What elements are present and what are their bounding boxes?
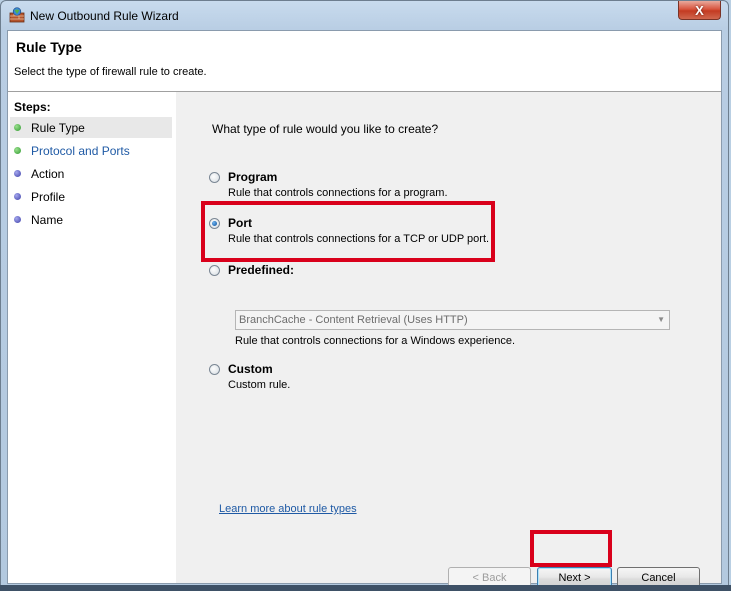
- learn-more-link[interactable]: Learn more about rule types: [219, 503, 357, 515]
- wizard-window: New Outbound Rule Wizard X Rule Type Sel…: [0, 0, 729, 587]
- option-description: Rule that controls connections for a pro…: [228, 187, 448, 199]
- wizard-content: Rule Type Select the type of firewall ru…: [7, 30, 722, 586]
- step-protocol-and-ports[interactable]: Protocol and Ports: [10, 140, 172, 161]
- title-bar: New Outbound Rule Wizard X: [1, 1, 728, 31]
- back-button[interactable]: < Back: [448, 567, 531, 586]
- step-rule-type[interactable]: Rule Type: [10, 117, 172, 138]
- firewall-icon: [9, 7, 25, 23]
- cancel-button[interactable]: Cancel: [617, 567, 700, 586]
- predefined-select[interactable]: BranchCache - Content Retrieval (Uses HT…: [235, 310, 670, 330]
- chevron-down-icon: ▼: [657, 315, 665, 324]
- close-button[interactable]: X: [678, 1, 721, 20]
- step-pending-dot-icon: [14, 170, 21, 177]
- steps-pane: Steps: Rule Type Protocol and Ports Acti…: [8, 92, 176, 583]
- step-complete-dot-icon: [14, 124, 21, 131]
- taskbar-strip: [0, 585, 731, 591]
- option-label: Predefined:: [228, 263, 295, 277]
- close-icon: X: [695, 2, 704, 18]
- next-button-highlight: [530, 530, 612, 567]
- option-label: Custom: [228, 362, 273, 376]
- custom-radio[interactable]: [209, 364, 220, 375]
- step-profile[interactable]: Profile: [10, 186, 172, 207]
- predefined-select-value: BranchCache - Content Retrieval (Uses HT…: [239, 314, 468, 326]
- step-pending-dot-icon: [14, 216, 21, 223]
- page-title: Rule Type: [16, 39, 82, 55]
- step-action[interactable]: Action: [10, 163, 172, 184]
- step-pending-dot-icon: [14, 193, 21, 200]
- next-button[interactable]: Next >: [537, 567, 612, 586]
- window-title: New Outbound Rule Wizard: [30, 9, 179, 23]
- step-label: Rule Type: [31, 121, 85, 135]
- page-subtitle: Select the type of firewall rule to crea…: [14, 66, 207, 78]
- rule-type-question: What type of rule would you like to crea…: [212, 122, 439, 136]
- predefined-radio[interactable]: [209, 265, 220, 276]
- step-label: Profile: [31, 190, 66, 204]
- program-radio[interactable]: [209, 172, 220, 183]
- steps-heading: Steps:: [14, 100, 51, 114]
- port-option-highlight: [201, 201, 495, 262]
- main-pane: What type of rule would you like to crea…: [176, 92, 721, 586]
- wizard-header: Rule Type Select the type of firewall ru…: [8, 31, 721, 92]
- step-complete-dot-icon: [14, 147, 21, 154]
- option-description: Custom rule.: [228, 379, 291, 391]
- step-label: Action: [31, 167, 65, 181]
- step-label: Protocol and Ports: [31, 144, 130, 158]
- step-name[interactable]: Name: [10, 209, 172, 230]
- step-label: Name: [31, 213, 64, 227]
- option-label: Program: [228, 170, 278, 184]
- option-description: Rule that controls connections for a Win…: [235, 335, 516, 347]
